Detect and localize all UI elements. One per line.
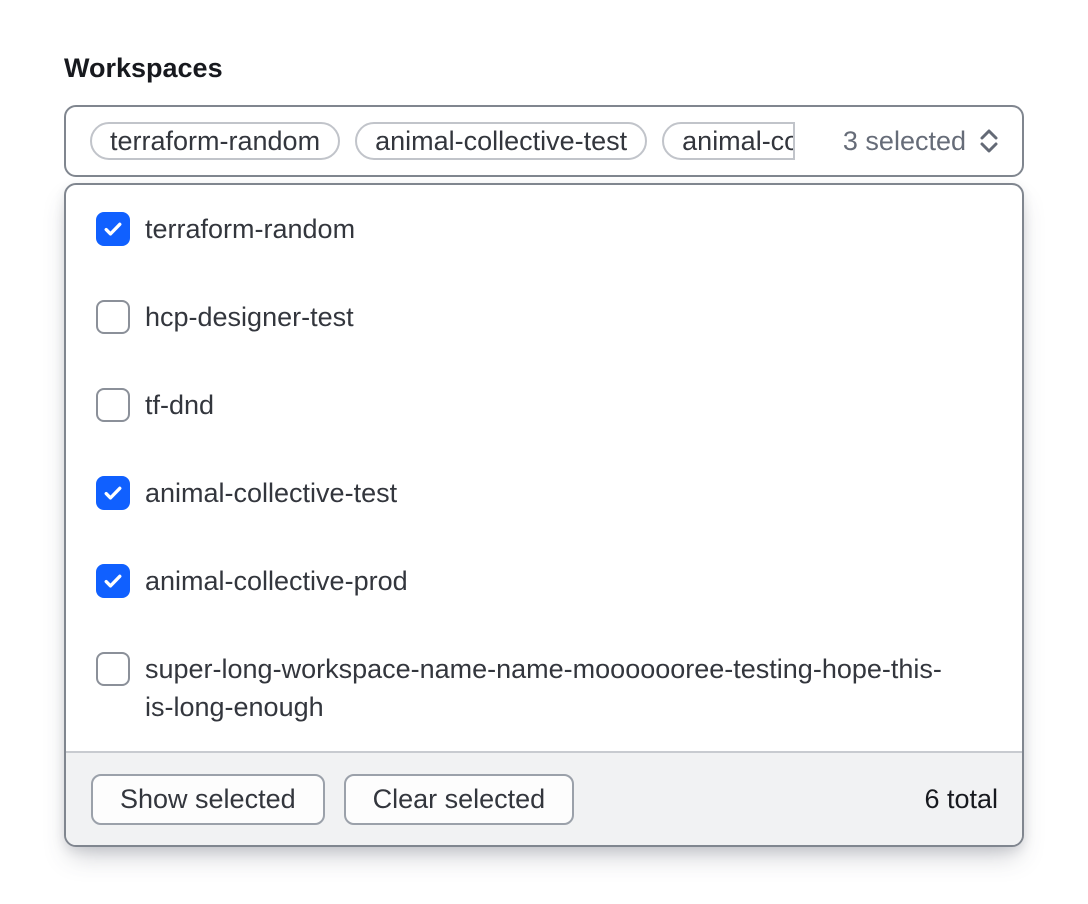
option-label: tf-dnd	[145, 386, 214, 424]
option-label: animal-collective-prod	[145, 562, 408, 600]
clear-selected-button[interactable]: Clear selected	[344, 774, 575, 825]
selected-pill: terraform-random	[90, 122, 340, 160]
option-label: terraform-random	[145, 210, 355, 248]
option-row[interactable]: hcp-designer-test	[66, 273, 1022, 361]
dropdown-footer: Show selected Clear selected 6 total	[66, 751, 1022, 845]
checkbox-unchecked[interactable]	[96, 652, 130, 686]
selected-pill-truncated: animal-co	[662, 122, 795, 160]
option-row[interactable]: animal-collective-prod	[66, 537, 1022, 625]
option-label: animal-collective-test	[145, 474, 397, 512]
selected-pill: animal-co	[662, 122, 795, 160]
options-dropdown: terraform-random hcp-designer-test tf-dnd a…	[64, 183, 1024, 847]
show-selected-button[interactable]: Show selected	[91, 774, 325, 825]
option-row[interactable]: animal-collective-test	[66, 449, 1022, 537]
workspaces-multiselect-panel: Workspaces terraform-random animal-colle…	[0, 0, 1088, 904]
selected-count-label: 3 selected	[829, 126, 966, 157]
option-row[interactable]: super-long-workspace-name-name-moooooore…	[66, 625, 1022, 751]
option-label: hcp-designer-test	[145, 298, 354, 336]
checkbox-checked[interactable]	[96, 564, 130, 598]
total-count-label: 6 total	[924, 784, 998, 815]
options-list: terraform-random hcp-designer-test tf-dnd a…	[66, 185, 1022, 751]
option-row[interactable]: terraform-random	[66, 185, 1022, 273]
checkbox-checked[interactable]	[96, 212, 130, 246]
checkbox-checked[interactable]	[96, 476, 130, 510]
option-label: super-long-workspace-name-name-moooooore…	[145, 650, 957, 726]
check-icon	[101, 481, 125, 505]
selected-pills: terraform-random animal-collective-test …	[90, 122, 795, 160]
checkbox-unchecked[interactable]	[96, 300, 130, 334]
field-label: Workspaces	[64, 52, 1024, 84]
multiselect-trigger[interactable]: terraform-random animal-collective-test …	[64, 105, 1024, 177]
check-icon	[101, 217, 125, 241]
check-icon	[101, 569, 125, 593]
selected-pill: animal-collective-test	[355, 122, 647, 160]
option-row[interactable]: tf-dnd	[66, 361, 1022, 449]
chevron-up-down-icon	[976, 125, 1002, 157]
checkbox-unchecked[interactable]	[96, 388, 130, 422]
